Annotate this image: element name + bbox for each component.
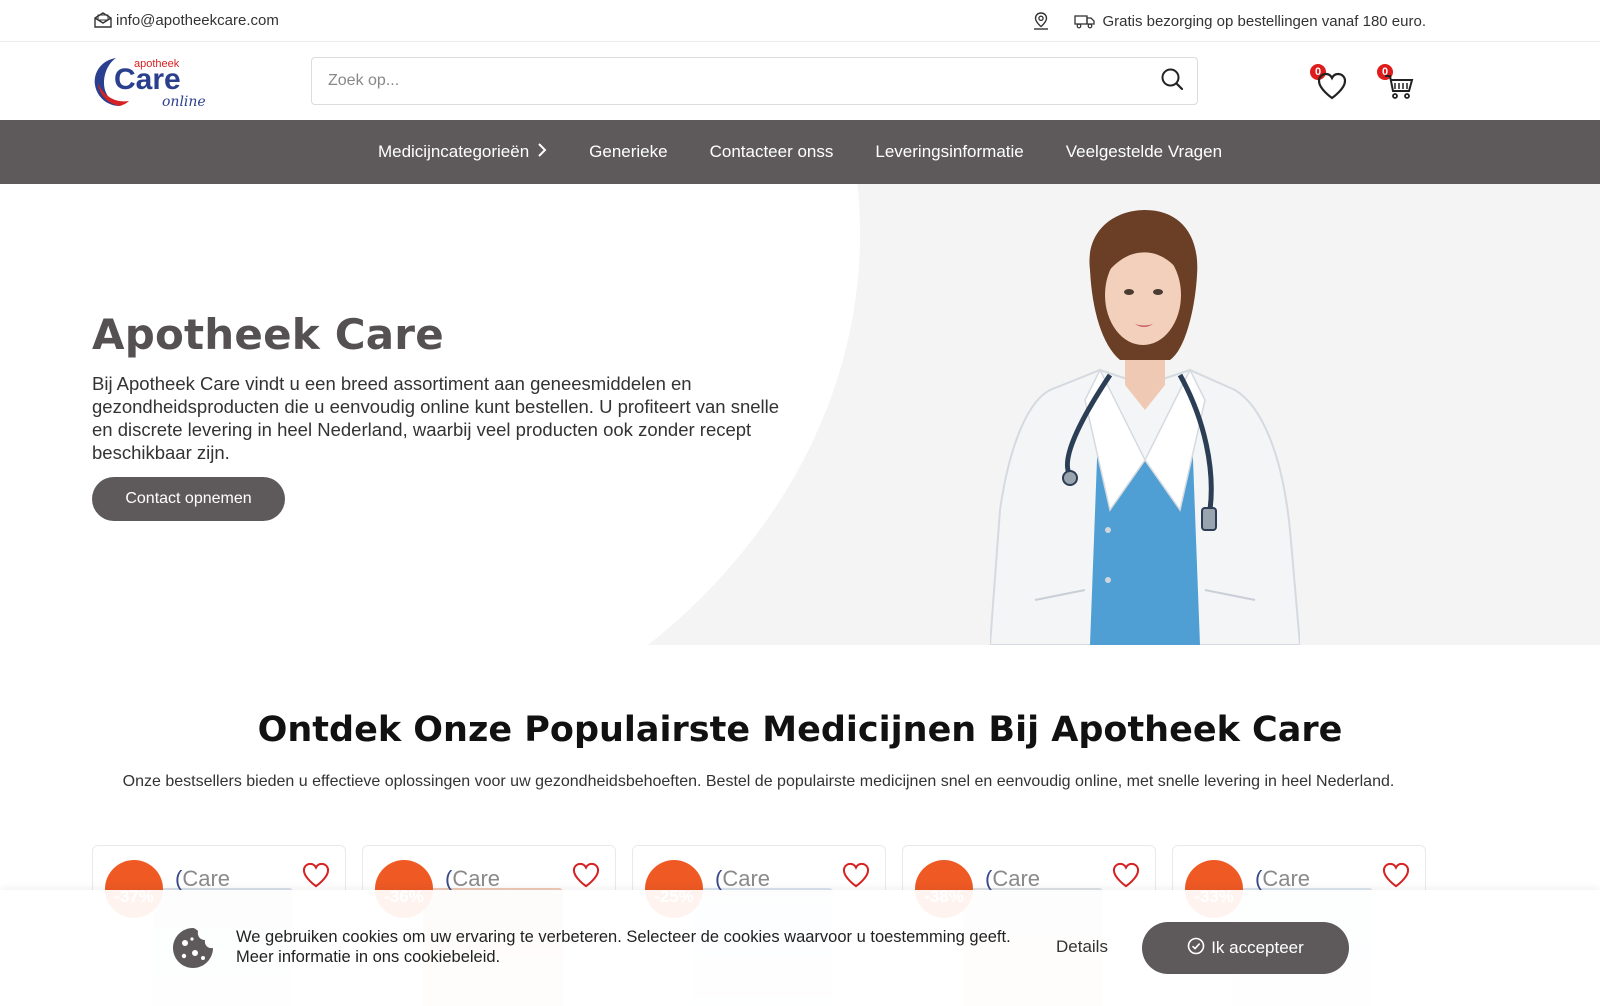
nav-item-faq[interactable]: Veelgestelde Vragen <box>1045 142 1243 162</box>
check-circle-icon <box>1187 937 1205 960</box>
logo-sub-text: online <box>162 94 206 110</box>
contact-button[interactable]: Contact opnemen <box>92 477 285 521</box>
hero-description: Bij Apotheek Care vindt u een breed asso… <box>92 373 780 463</box>
section-title: Ontdek Onze Populairste Medicijnen Bij A… <box>257 710 1343 750</box>
shipping-notice: Gratis bezorging op bestellingen vanaf 1… <box>1102 12 1426 30</box>
section-subtitle: Onze bestsellers bieden u effectieve opl… <box>122 773 1395 790</box>
nav-item-delivery-info[interactable]: Leveringsinformatie <box>854 142 1044 162</box>
topbar-right: Gratis bezorging op bestellingen vanaf 1… <box>1032 11 1426 31</box>
email-text: info@apotheekcare.com <box>116 11 279 29</box>
cookie-consent-bar: We gebruiken cookies om uw ervaring te v… <box>0 890 1600 1006</box>
search-input[interactable] <box>312 58 1147 104</box>
product-brand-text: Care <box>992 866 1041 891</box>
top-bar: info@apotheekcare.com Gratis bezorging o… <box>0 0 1600 42</box>
header: apotheek Care online 0 0 <box>0 42 1600 120</box>
nav-item-label: Leveringsinformatie <box>875 142 1024 161</box>
nav-item-label: Contacteer onss <box>709 142 834 161</box>
heart-icon[interactable] <box>571 862 601 893</box>
nav-item-generics[interactable]: Generieke <box>568 142 688 162</box>
doctor-image <box>988 210 1302 645</box>
wishlist-button[interactable]: 0 <box>1310 64 1350 100</box>
site-logo[interactable]: apotheek Care online <box>90 52 210 112</box>
nav-item-label: Veelgestelde Vragen <box>1065 142 1223 161</box>
delivery-truck-icon <box>1074 13 1096 29</box>
cookie-message: We gebruiken cookies om uw ervaring te v… <box>236 928 1011 966</box>
nav-item-contact[interactable]: Contacteer onss <box>689 142 855 162</box>
contact-email[interactable]: info@apotheekcare.com <box>93 11 279 29</box>
heart-icon[interactable] <box>1111 862 1141 893</box>
product-brand-text: Care <box>182 866 231 891</box>
heart-icon[interactable] <box>841 862 871 893</box>
product-brand-logo: (Care <box>175 866 231 891</box>
product-brand-text: Care <box>1262 866 1311 891</box>
product-brand-logo: (Care <box>445 866 501 891</box>
email-icon <box>93 11 113 29</box>
product-brand-logo: (Care <box>985 866 1041 891</box>
search-icon <box>1160 67 1184 96</box>
nav-item-label: Medicijncategorieën <box>377 142 530 161</box>
hero-title: Apotheek Care <box>92 310 444 359</box>
cookie-details-button[interactable]: Details <box>1056 937 1108 957</box>
heart-icon[interactable] <box>301 862 331 893</box>
main-navigation: Medicijncategorieën Generieke Contacteer… <box>0 120 1600 184</box>
product-brand-text: Care <box>722 866 771 891</box>
cart-button[interactable]: 0 <box>1377 64 1417 100</box>
hero-banner: Apotheek Care Bij Apotheek Care vindt u … <box>0 184 1600 645</box>
product-brand-logo: (Care <box>1255 866 1311 891</box>
search-bar <box>311 57 1198 105</box>
chevron-right-icon <box>537 142 547 162</box>
heart-icon[interactable] <box>1381 862 1411 893</box>
accept-label: Ik accepteer <box>1211 938 1304 957</box>
product-brand-logo: (Care <box>715 866 771 891</box>
cookie-icon <box>170 925 216 976</box>
nav-item-label: Generieke <box>589 142 668 161</box>
nav-item-medicine-categories[interactable]: Medicijncategorieën <box>357 142 568 162</box>
cookie-accept-button[interactable]: Ik accepteer <box>1142 922 1349 974</box>
search-button[interactable] <box>1147 58 1197 104</box>
product-brand-text: Care <box>452 866 501 891</box>
logo-main-text: Care <box>114 63 181 96</box>
location-pin-icon[interactable] <box>1032 11 1050 31</box>
